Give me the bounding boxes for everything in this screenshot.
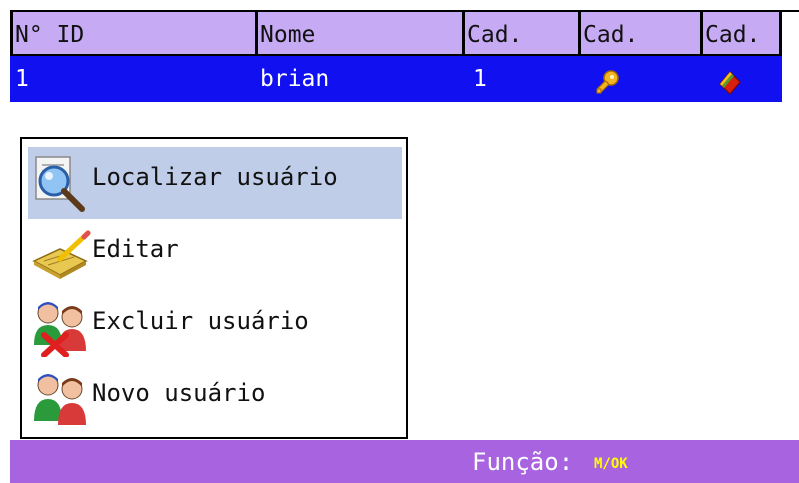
table-row[interactable]: 1 brian 1 (10, 56, 782, 102)
header-tail (782, 10, 799, 56)
cell-id: 1 (15, 66, 29, 92)
table-header: N° ID Nome Cad. Cad. Cad. (10, 10, 799, 56)
key-icon (594, 66, 620, 94)
footer-keys-hint: M/OK (594, 456, 628, 472)
cell-cad-1: 1 (473, 66, 487, 92)
footer-function-label: Função: (472, 448, 574, 476)
menu-item-edit[interactable]: Editar (28, 219, 402, 291)
context-menu: Localizar usuário Editar Excluir usuário… (20, 137, 408, 439)
magnifier-icon (30, 151, 92, 213)
column-header-id[interactable]: N° ID (10, 10, 255, 56)
menu-item-label: Novo usuário (92, 379, 266, 407)
edit-notepad-icon (30, 223, 92, 285)
menu-item-find-user[interactable]: Localizar usuário (28, 147, 402, 219)
screen: N° ID Nome Cad. Cad. Cad. 1 brian 1 Loca… (0, 0, 799, 483)
footer-bar: Função: M/OK (10, 440, 799, 483)
menu-item-new-user[interactable]: Novo usuário (28, 363, 402, 435)
delete-users-icon (30, 295, 92, 358)
column-header-cad-1[interactable]: Cad. (462, 10, 578, 56)
menu-item-label: Editar (92, 235, 179, 263)
menu-item-label: Excluir usuário (92, 307, 309, 335)
menu-item-label: Localizar usuário (92, 163, 338, 191)
menu-item-delete-user[interactable]: Excluir usuário (28, 291, 402, 363)
card-icon (716, 66, 744, 95)
column-header-cad-3[interactable]: Cad. (700, 10, 782, 56)
cell-name: brian (260, 66, 330, 92)
new-users-icon (30, 367, 92, 429)
column-header-name[interactable]: Nome (255, 10, 462, 56)
column-header-cad-2[interactable]: Cad. (578, 10, 700, 56)
